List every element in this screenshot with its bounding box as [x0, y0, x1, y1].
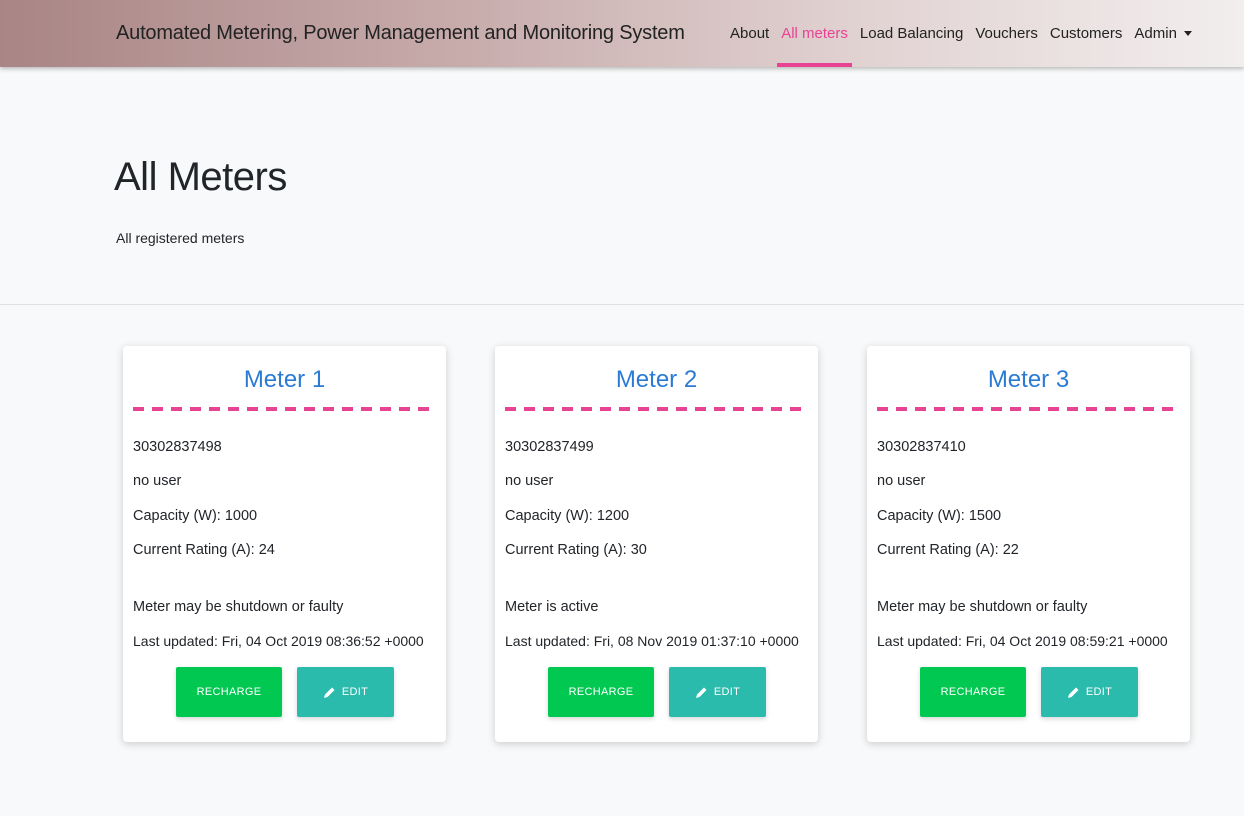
nav-dropdown-admin[interactable]: Admin	[1128, 0, 1198, 67]
edit-button-label: EDIT	[1085, 686, 1113, 698]
meter-serial: 30302837410	[877, 439, 966, 455]
dashed-divider	[877, 407, 1180, 411]
page-header: All Meters All registered meters	[0, 67, 1244, 305]
edit-button-label: EDIT	[713, 686, 741, 698]
meter-last-updated: Last updated: Fri, 04 Oct 2019 08:59:21 …	[877, 633, 1168, 649]
meter-card: Meter 2 30302837499 no user Capacity (W)…	[495, 346, 818, 742]
recharge-button[interactable]: RECHARGE	[548, 667, 654, 717]
meter-last-updated: Last updated: Fri, 08 Nov 2019 01:37:10 …	[505, 633, 799, 649]
meter-capacity: Capacity (W): 1000	[133, 508, 258, 524]
recharge-button-label: RECHARGE	[196, 686, 262, 698]
dashed-divider	[505, 407, 808, 411]
meter-capacity: Capacity (W): 1200	[505, 508, 630, 524]
meter-title: Meter 1	[243, 366, 326, 393]
recharge-button[interactable]: RECHARGE	[920, 667, 1026, 717]
meter-current-rating: Current Rating (A): 30	[505, 542, 647, 558]
meter-title: Meter 2	[615, 366, 698, 393]
page-subtitle: All registered meters	[116, 230, 245, 246]
page-title: All Meters	[114, 155, 287, 199]
navbar: Automated Metering, Power Management and…	[0, 0, 1244, 67]
meter-current-rating: Current Rating (A): 22	[877, 542, 1019, 558]
recharge-button-label: RECHARGE	[568, 686, 634, 698]
recharge-button[interactable]: RECHARGE	[176, 667, 282, 717]
nav-link-admin-label: Admin	[1134, 25, 1177, 42]
nav-link-vouchers[interactable]: Vouchers	[969, 0, 1044, 67]
brand-link[interactable]: Automated Metering, Power Management and…	[116, 22, 685, 45]
meter-title: Meter 3	[987, 366, 1070, 393]
dashed-divider	[133, 407, 436, 411]
edit-button[interactable]: EDIT	[669, 667, 766, 717]
meter-status: Meter may be shutdown or faulty	[877, 599, 1088, 615]
pencil-icon	[1067, 686, 1080, 699]
edit-button[interactable]: EDIT	[297, 667, 394, 717]
meter-serial: 30302837499	[505, 439, 594, 455]
nav-link-all-meters[interactable]: All meters	[775, 0, 854, 67]
meter-user: no user	[505, 473, 554, 489]
meter-capacity: Capacity (W): 1500	[877, 508, 1002, 524]
recharge-button-label: RECHARGE	[940, 686, 1006, 698]
meter-user: no user	[877, 473, 926, 489]
nav-link-load-balancing[interactable]: Load Balancing	[854, 0, 969, 67]
nav-menu: About All meters Load Balancing Vouchers…	[724, 0, 1198, 67]
nav-link-customers[interactable]: Customers	[1044, 0, 1129, 67]
pencil-icon	[323, 686, 336, 699]
meter-serial: 30302837498	[133, 439, 222, 455]
caret-down-icon	[1183, 31, 1192, 36]
pencil-icon	[695, 686, 708, 699]
meter-current-rating: Current Rating (A): 24	[133, 542, 275, 558]
meter-last-updated: Last updated: Fri, 04 Oct 2019 08:36:52 …	[133, 633, 424, 649]
meter-user: no user	[133, 473, 182, 489]
meter-status: Meter may be shutdown or faulty	[133, 599, 344, 615]
meter-status: Meter is active	[505, 599, 599, 615]
edit-button[interactable]: EDIT	[1041, 667, 1138, 717]
nav-link-about[interactable]: About	[724, 0, 775, 67]
edit-button-label: EDIT	[341, 686, 369, 698]
meter-card: Meter 3 30302837410 no user Capacity (W)…	[867, 346, 1190, 742]
meter-card: Meter 1 30302837498 no user Capacity (W)…	[123, 346, 446, 742]
